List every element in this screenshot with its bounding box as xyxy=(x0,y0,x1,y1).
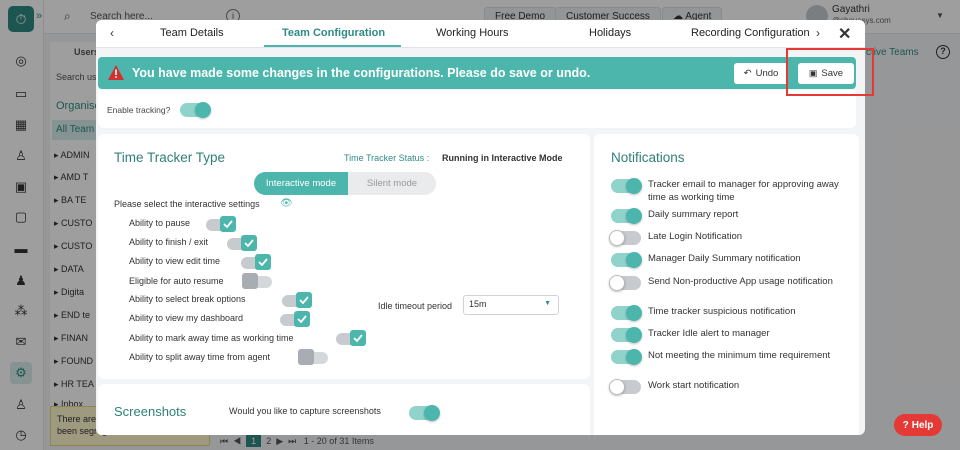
silent-mode-option[interactable]: Silent mode xyxy=(348,172,436,195)
enable-tracking-label: Enable tracking? xyxy=(107,105,171,115)
notification-label: Manager Daily Summary notification xyxy=(648,253,801,264)
toggle-knob xyxy=(626,252,642,268)
check-icon xyxy=(294,311,310,327)
tab-team-details[interactable]: Team Details xyxy=(160,27,224,39)
team-config-modal: ‹ Team Details Team Configuration Workin… xyxy=(96,20,865,435)
tab-team-configuration[interactable]: Team Configuration xyxy=(282,27,385,39)
banner-message: You have made some changes in the config… xyxy=(132,66,591,80)
toggle-knob xyxy=(298,349,314,365)
tab-recording-configuration[interactable]: Recording Configuration xyxy=(691,27,810,39)
idle-timeout-value: 15m xyxy=(469,299,487,309)
notification-toggle[interactable] xyxy=(611,208,642,224)
tab-holidays[interactable]: Holidays xyxy=(589,27,631,39)
notification-toggle[interactable] xyxy=(609,379,641,395)
setting-label: Ability to select break options xyxy=(129,294,246,304)
screenshots-title: Screenshots xyxy=(114,404,187,419)
toggle-knob xyxy=(626,178,642,194)
help-label: Help xyxy=(911,419,934,431)
toggle-knob xyxy=(609,275,625,291)
toggle-knob xyxy=(609,379,625,395)
setting-label: Ability to view edit time xyxy=(129,256,221,266)
setting-label: Ability to view my dashboard xyxy=(129,313,244,323)
screenshots-question: Would you like to capture screenshots xyxy=(229,406,381,416)
view-dashboard-toggle[interactable] xyxy=(280,311,312,327)
time-tracker-card: Time Tracker Type Time Tracker Status : … xyxy=(98,134,590,379)
notification-label: Tracker Idle alert to manager xyxy=(648,328,770,339)
mark-away-time-toggle[interactable] xyxy=(336,330,368,346)
notification-toggle[interactable] xyxy=(611,178,642,194)
finish-exit-toggle[interactable] xyxy=(227,235,259,251)
undo-icon: ↶ xyxy=(743,68,752,79)
tab-working-hours[interactable]: Working Hours xyxy=(436,27,509,39)
tracker-mode-switch: Interactive mode Silent mode xyxy=(254,172,436,195)
break-options-toggle[interactable] xyxy=(282,292,314,308)
notification-label: Tracker email to manager for approving a… xyxy=(648,179,839,203)
toggle-knob xyxy=(626,349,642,365)
notification-label: Work start notification xyxy=(648,380,740,391)
notification-label: Not meeting the minimum time requirement xyxy=(648,350,831,361)
tracker-status-value: Running in Interactive Mode xyxy=(442,153,563,163)
toggle-knob xyxy=(626,305,642,321)
unsaved-changes-banner: You have made some changes in the config… xyxy=(98,57,856,89)
undo-button[interactable]: ↶ Undo xyxy=(734,63,788,84)
check-icon xyxy=(296,292,312,308)
split-away-time-toggle[interactable] xyxy=(298,349,330,365)
notification-toggle[interactable] xyxy=(609,230,641,246)
help-icon: ? xyxy=(902,419,909,431)
eye-icon[interactable]: 👁 xyxy=(280,198,293,209)
time-tracker-title: Time Tracker Type xyxy=(114,150,226,165)
check-icon xyxy=(220,216,236,232)
toggle-knob xyxy=(195,102,211,118)
tracker-status-label: Time Tracker Status : xyxy=(344,153,430,163)
notification-label: Send Non-productive App usage notificati… xyxy=(648,276,833,287)
notification-toggle[interactable] xyxy=(611,349,642,365)
close-icon[interactable]: ✕ xyxy=(838,24,851,44)
check-icon xyxy=(241,235,257,251)
toggle-knob xyxy=(609,230,625,246)
setting-label: Eligible for auto resume xyxy=(129,276,224,286)
setting-label: Ability to split away time from agent xyxy=(129,352,271,362)
setting-label: Ability to finish / exit xyxy=(129,237,209,247)
toggle-knob xyxy=(424,405,440,421)
capture-screenshots-toggle[interactable] xyxy=(409,405,440,421)
active-tab-indicator xyxy=(264,45,401,47)
tab-next-icon[interactable]: › xyxy=(812,26,824,40)
notifications-title: Notifications xyxy=(611,150,685,165)
save-highlight-annotation xyxy=(786,48,874,96)
notification-toggle[interactable] xyxy=(611,327,642,343)
view-edit-time-toggle[interactable] xyxy=(241,254,273,270)
toggle-knob xyxy=(242,273,258,289)
notification-label: Late Login Notification xyxy=(648,231,743,242)
auto-resume-toggle[interactable] xyxy=(242,273,274,289)
notification-label: Time tracker suspicious notification xyxy=(648,306,796,317)
warning-icon xyxy=(108,65,124,80)
notification-toggle[interactable] xyxy=(611,305,642,321)
screenshots-card: Screenshots Would you like to capture sc… xyxy=(98,384,590,435)
notifications-card: Notifications Tracker email to manager f… xyxy=(594,134,859,435)
pause-toggle[interactable] xyxy=(206,216,238,232)
undo-label: Undo xyxy=(755,68,779,79)
idle-timeout-select[interactable]: 15m ▼ xyxy=(463,295,559,315)
setting-label: Ability to pause xyxy=(129,218,191,228)
enable-tracking-row: Enable tracking? xyxy=(98,90,856,128)
notification-label: Daily summary report xyxy=(648,209,739,220)
settings-prompt: Please select the interactive settings xyxy=(114,199,260,209)
check-icon xyxy=(255,254,271,270)
help-button[interactable]: ? Help xyxy=(894,414,942,436)
tab-prev-icon[interactable]: ‹ xyxy=(110,26,114,40)
setting-label: Ability to mark away time as working tim… xyxy=(129,333,294,343)
enable-tracking-toggle[interactable] xyxy=(180,102,211,118)
toggle-knob xyxy=(626,327,642,343)
idle-timeout-label: Idle timeout period xyxy=(378,301,453,311)
modal-tab-bar: ‹ Team Details Team Configuration Workin… xyxy=(96,20,865,48)
notification-toggle[interactable] xyxy=(609,275,641,291)
interactive-mode-option[interactable]: Interactive mode xyxy=(254,172,348,195)
toggle-knob xyxy=(626,208,642,224)
notification-toggle[interactable] xyxy=(611,252,642,268)
check-icon xyxy=(350,330,366,346)
chevron-down-icon: ▼ xyxy=(544,300,551,307)
